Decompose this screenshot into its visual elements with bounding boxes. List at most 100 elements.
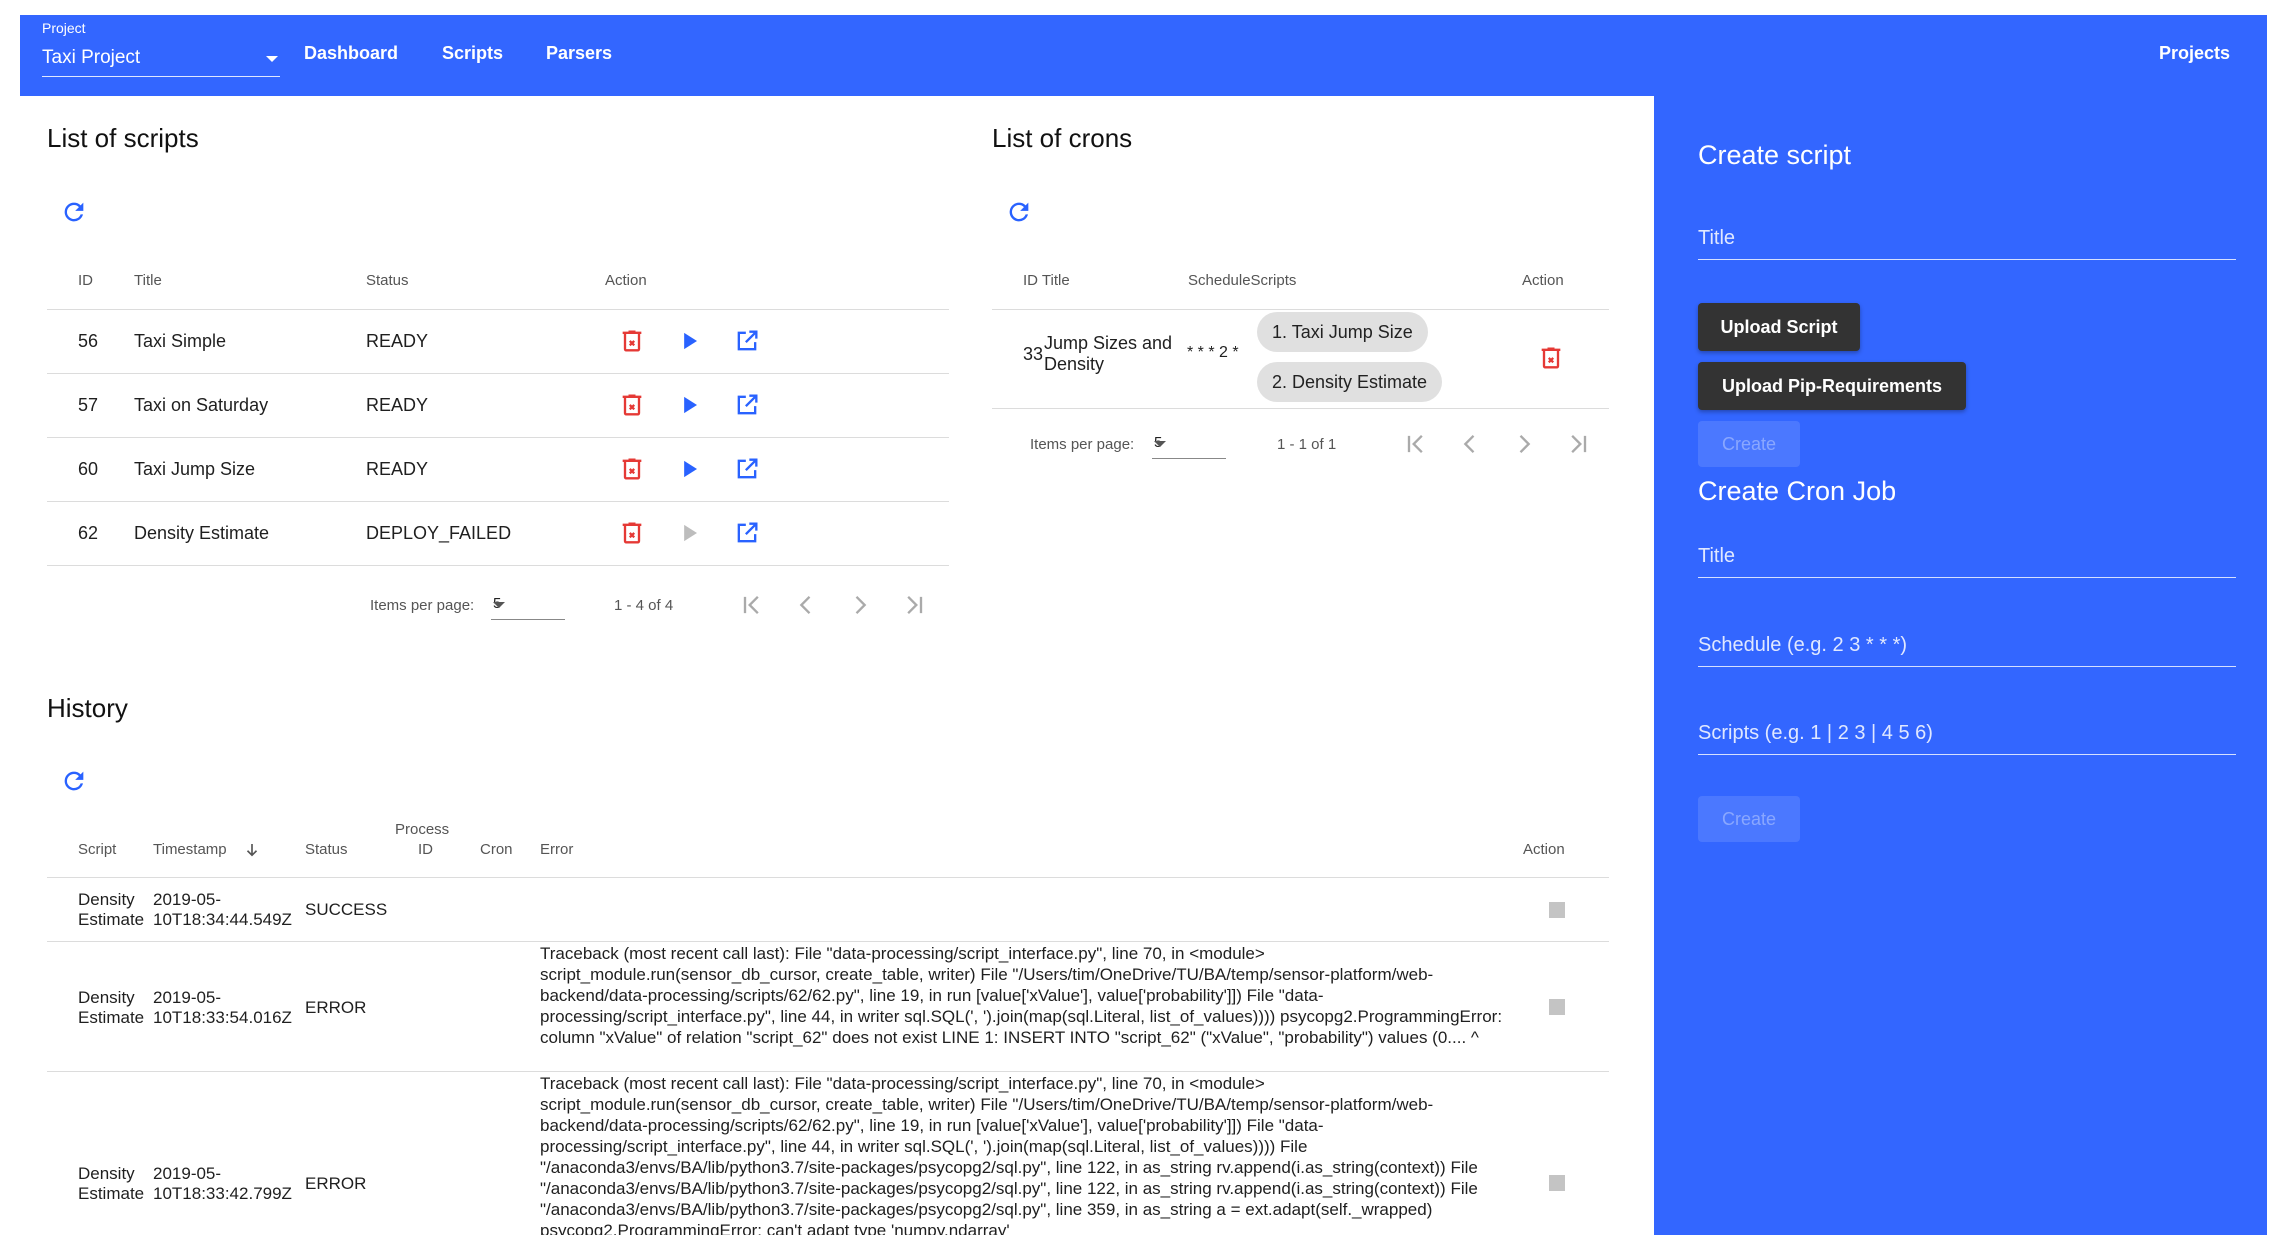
- history-header-script[interactable]: Script: [78, 841, 116, 858]
- script-status: READY: [366, 459, 429, 479]
- history-script-line2: Estimate: [78, 910, 145, 929]
- scripts-header-action: Action: [605, 272, 647, 289]
- next-page-icon[interactable]: [846, 591, 874, 619]
- create-script-title: Create script: [1698, 140, 1852, 170]
- previous-page-icon[interactable]: [792, 591, 820, 619]
- table-row: Density Estimate 2019-05- 10T18:34:44.54…: [20, 877, 1620, 941]
- history-error: [540, 887, 1540, 931]
- create-script-button[interactable]: Create: [1698, 421, 1800, 467]
- page-range: 1 - 1 of 1: [1277, 436, 1337, 453]
- cron-script-chip[interactable]: 2. Density Estimate: [1257, 362, 1443, 402]
- delete-icon[interactable]: [618, 455, 646, 483]
- previous-page-icon[interactable]: [1456, 430, 1484, 458]
- history-script-line1: Density: [78, 988, 135, 1007]
- open-external-icon[interactable]: [733, 455, 761, 483]
- refresh-icon[interactable]: [60, 198, 88, 226]
- history-timestamp-line2: 10T18:33:54.016Z: [153, 1008, 292, 1027]
- upload-script-button[interactable]: Upload Script: [1698, 303, 1860, 351]
- open-external-icon[interactable]: [733, 327, 761, 355]
- open-external-icon[interactable]: [733, 391, 761, 419]
- table-row: 57 Taxi on Saturday READY: [20, 373, 960, 437]
- history-script-line1: Density: [78, 1164, 135, 1183]
- sort-descending-icon[interactable]: [243, 841, 261, 859]
- crons-header-action: Action: [1522, 272, 1564, 289]
- crons-header-schedule-scripts: ScheduleScripts: [1188, 272, 1297, 289]
- stop-icon[interactable]: [1549, 902, 1565, 918]
- history-timestamp-line2: 10T18:33:42.799Z: [153, 1184, 292, 1203]
- history-error: Traceback (most recent call last): File …: [540, 1074, 1478, 1235]
- table-row: Density Estimate 2019-05- 10T18:33:42.79…: [20, 1071, 1620, 1235]
- cron-title-line2: Density: [1044, 354, 1105, 374]
- play-icon[interactable]: [676, 391, 704, 419]
- nav-scripts[interactable]: Scripts: [442, 43, 503, 64]
- page-range: 1 - 4 of 4: [614, 597, 674, 614]
- cron-scripts-field[interactable]: [1698, 714, 2236, 755]
- history-title: History: [47, 693, 128, 723]
- cron-title-field[interactable]: [1698, 537, 2236, 578]
- items-per-page-select[interactable]: 5: [1152, 432, 1226, 459]
- crons-header-id-title: ID Title: [1023, 272, 1070, 289]
- items-per-page-select[interactable]: 5: [491, 593, 565, 620]
- chevron-down-icon: [1154, 441, 1166, 447]
- items-per-page-label: Items per page:: [1030, 436, 1135, 453]
- first-page-icon[interactable]: [738, 591, 766, 619]
- play-icon[interactable]: [676, 455, 704, 483]
- cron-scripts-input[interactable]: [1698, 718, 2236, 748]
- cron-schedule-input[interactable]: [1698, 630, 2236, 660]
- delete-icon[interactable]: [618, 327, 646, 355]
- stop-icon[interactable]: [1549, 1175, 1565, 1191]
- crons-title: List of crons: [992, 123, 1133, 153]
- create-cron-button[interactable]: Create: [1698, 796, 1800, 842]
- project-select[interactable]: Project Taxi Project: [42, 20, 280, 77]
- play-icon-disabled: [684, 524, 697, 542]
- history-timestamp-line2: 10T18:34:44.549Z: [153, 910, 292, 929]
- create-cron-title: Create Cron Job: [1698, 476, 1897, 506]
- divider: [47, 565, 949, 566]
- history-error: Traceback (most recent call last): File …: [540, 944, 1503, 1047]
- divider: [992, 408, 1609, 409]
- script-title-field[interactable]: [1698, 219, 2236, 260]
- chevron-down-icon: [266, 56, 278, 62]
- history-header-status[interactable]: Status: [305, 841, 348, 858]
- upload-pip-requirements-button[interactable]: Upload Pip-Requirements: [1698, 362, 1966, 410]
- cron-script-chip[interactable]: 1. Taxi Jump Size: [1257, 312, 1428, 352]
- history-timestamp-line1: 2019-05-: [153, 1164, 222, 1183]
- play-icon[interactable]: [676, 327, 704, 355]
- create-sidebar: Create script Upload Script Upload Pip-R…: [1654, 96, 2267, 1235]
- stop-icon[interactable]: [1549, 999, 1565, 1015]
- project-select-value: Taxi Project: [42, 47, 141, 68]
- cron-title-input[interactable]: [1698, 541, 2236, 571]
- script-title-input[interactable]: [1698, 223, 2236, 253]
- last-page-icon[interactable]: [1564, 430, 1592, 458]
- script-id: 62: [78, 523, 99, 543]
- delete-icon[interactable]: [618, 519, 646, 547]
- refresh-icon[interactable]: [1005, 198, 1033, 226]
- chevron-down-icon: [493, 602, 505, 608]
- open-external-icon[interactable]: [733, 519, 761, 547]
- history-header-cron[interactable]: Cron: [480, 841, 513, 858]
- project-select-caption: Project: [42, 20, 86, 36]
- table-row: Density Estimate 2019-05- 10T18:33:54.01…: [20, 941, 1620, 1071]
- scripts-title: List of scripts: [47, 123, 199, 153]
- history-header-process-line2[interactable]: ID: [418, 841, 433, 858]
- delete-icon[interactable]: [618, 391, 646, 419]
- last-page-icon[interactable]: [900, 591, 928, 619]
- history-timestamp-line1: 2019-05-: [153, 890, 222, 909]
- history-header-error[interactable]: Error: [540, 841, 573, 858]
- next-page-icon[interactable]: [1510, 430, 1538, 458]
- script-status: DEPLOY_FAILED: [366, 523, 512, 543]
- first-page-icon[interactable]: [1402, 430, 1430, 458]
- script-id: 57: [78, 395, 99, 415]
- history-header-timestamp[interactable]: Timestamp: [153, 841, 227, 858]
- history-script-line2: Estimate: [78, 1184, 145, 1203]
- history-header-process-line1[interactable]: Process: [395, 821, 449, 838]
- delete-icon[interactable]: [1537, 344, 1565, 372]
- nav-projects[interactable]: Projects: [2159, 43, 2230, 64]
- script-title: Density Estimate: [134, 523, 270, 543]
- scripts-header-title: Title: [134, 272, 162, 289]
- cron-schedule-field[interactable]: [1698, 626, 2236, 667]
- refresh-icon[interactable]: [60, 767, 88, 795]
- cron-schedule: * * * 2 *: [1187, 344, 1239, 361]
- nav-dashboard[interactable]: Dashboard: [304, 43, 398, 64]
- nav-parsers[interactable]: Parsers: [546, 43, 612, 64]
